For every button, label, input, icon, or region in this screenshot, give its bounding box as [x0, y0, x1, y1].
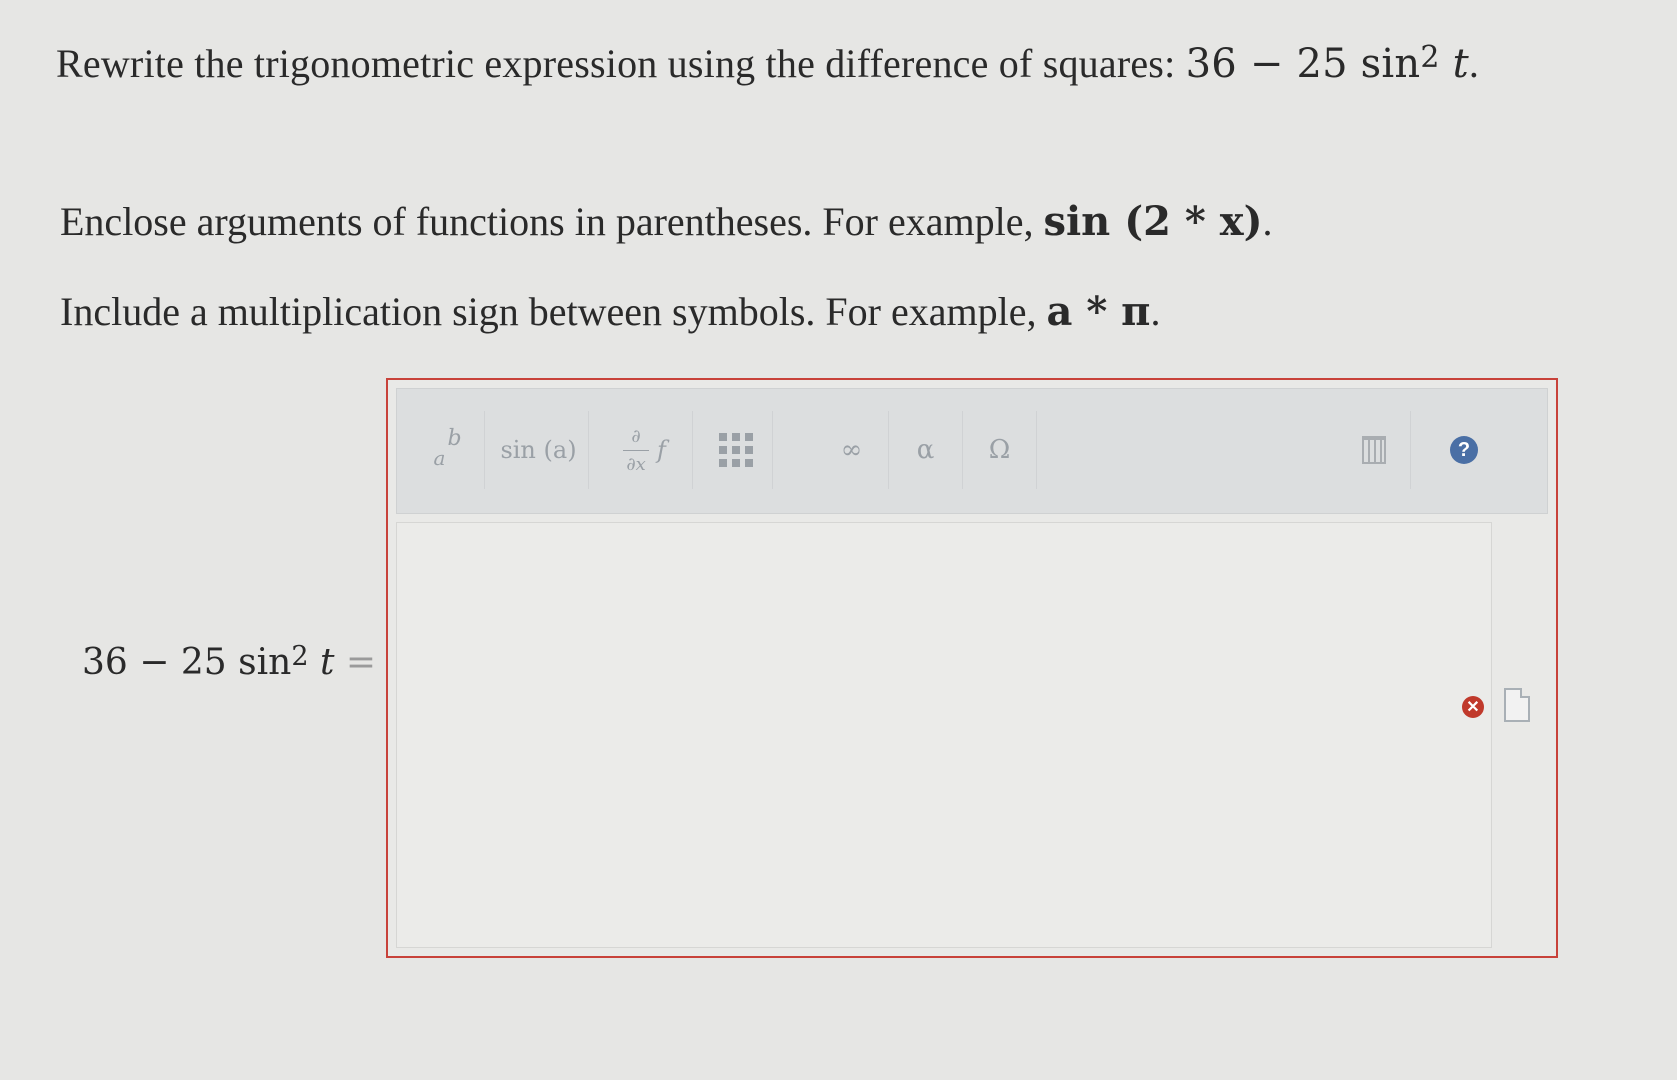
omega-icon: Ω [988, 435, 1011, 465]
derivative-button[interactable]: ∂ ∂x f [597, 411, 693, 489]
example-sin: sin (2 * x) [1043, 198, 1263, 245]
greek-button[interactable]: α [889, 411, 963, 489]
question-text: Rewrite the trigonometric expression usi… [56, 39, 1480, 88]
instruction-multiplication: Include a multiplication sign between sy… [60, 288, 1161, 335]
question-expression: 36 − 25 sin2 t [1185, 39, 1469, 88]
document-icon[interactable] [1504, 688, 1530, 722]
math-toolbar: a b sin (a) ∂ ∂x f ∞ α Ω ? [396, 388, 1548, 514]
power-icon: a b [433, 426, 462, 470]
instruction-parentheses: Enclose arguments of functions in parent… [60, 198, 1273, 245]
alpha-icon: α [916, 435, 935, 465]
clear-button[interactable] [1337, 411, 1411, 489]
example-multiplication: a * π [1046, 288, 1151, 335]
symbols-button[interactable]: Ω [963, 411, 1037, 489]
infinity-button[interactable]: ∞ [815, 411, 889, 489]
infinity-icon: ∞ [840, 435, 863, 465]
power-button[interactable]: a b [411, 411, 485, 489]
error-icon: ✕ [1462, 696, 1484, 718]
matrix-icon [718, 433, 753, 467]
function-button[interactable]: sin (a) [489, 411, 589, 489]
help-button[interactable]: ? [1427, 411, 1501, 489]
sin-label: sin (a) [500, 436, 577, 464]
derivative-icon: ∂ ∂x f [623, 426, 666, 475]
equation-lhs: 36 − 25 sin2 t = [82, 640, 377, 683]
help-icon: ? [1450, 436, 1478, 464]
matrix-button[interactable] [699, 411, 773, 489]
trash-icon [1361, 436, 1386, 464]
answer-editor: a b sin (a) ∂ ∂x f ∞ α Ω ? ✕ [386, 378, 1558, 958]
answer-input[interactable] [396, 522, 1492, 948]
